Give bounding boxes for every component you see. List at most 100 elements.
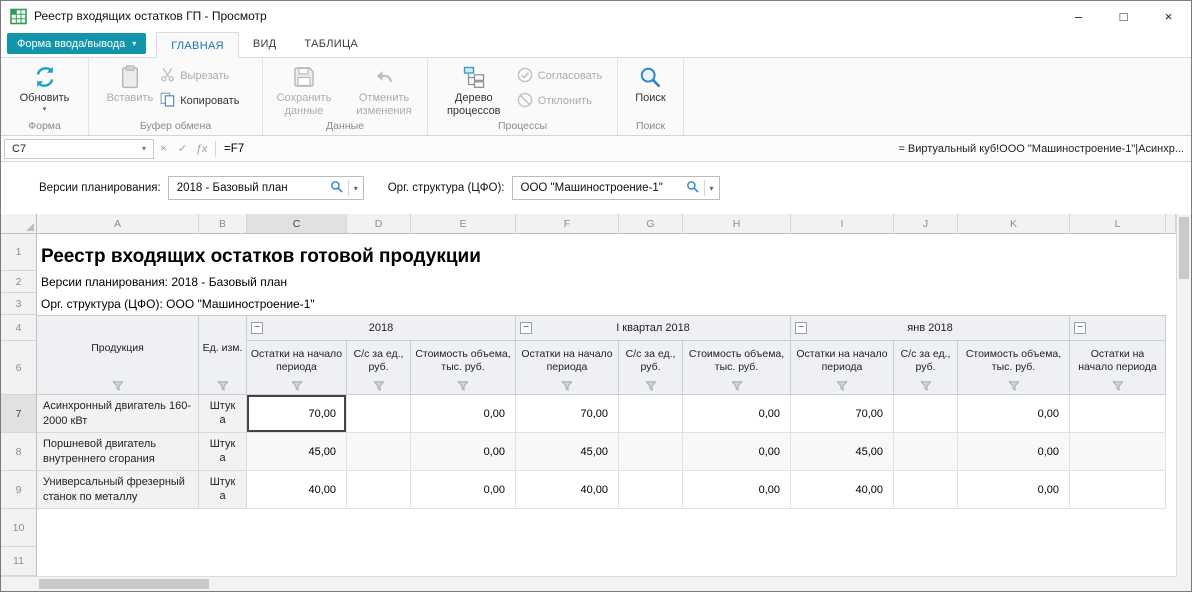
cell-G8[interactable] — [619, 433, 683, 471]
cell-H9[interactable]: 0,00 — [683, 471, 791, 509]
cancel-button[interactable]: × — [154, 143, 173, 155]
col-head-D[interactable]: D — [347, 214, 411, 234]
copy-button[interactable]: Копировать — [155, 91, 244, 111]
col-head-J[interactable]: J — [894, 214, 958, 234]
col-header-G-unit-cost[interactable]: С/с за ед., руб. — [619, 341, 683, 395]
cell-K8[interactable]: 0,00 — [958, 433, 1070, 471]
cell-K9[interactable]: 0,00 — [958, 471, 1070, 509]
refresh-button[interactable]: Обновить ▾ — [20, 58, 70, 114]
filter-icon[interactable] — [112, 381, 123, 391]
horizontal-scrollbar-thumb[interactable] — [39, 579, 209, 589]
cell-name-box[interactable]: C7 ▾ — [4, 139, 154, 159]
cell-J7[interactable] — [894, 395, 958, 433]
cell-L9[interactable] — [1070, 471, 1166, 509]
col-header-J-unit-cost[interactable]: С/с за ед., руб. — [894, 341, 958, 395]
cell-D8[interactable] — [347, 433, 411, 471]
undo-changes-button[interactable]: Отменить изменения — [344, 58, 424, 117]
sheet-version-line[interactable]: Версии планирования: 2018 - Базовый план — [37, 271, 1176, 293]
decline-button[interactable]: Отклонить — [512, 91, 597, 111]
filter-icon[interactable] — [217, 381, 228, 391]
col-header-D-unit-cost[interactable]: С/с за ед., руб. — [347, 341, 411, 395]
cell-C7-selected[interactable]: 70,00 — [247, 395, 347, 433]
collapse-button[interactable]: − — [520, 322, 532, 334]
cell-F7[interactable]: 70,00 — [516, 395, 619, 433]
product-cell-row9[interactable]: Универсальный фрезерный станок по металл… — [37, 471, 199, 509]
product-cell-row8[interactable]: Поршневой двигатель внутреннего сгорания — [37, 433, 199, 471]
tab-view[interactable]: ВИД — [239, 31, 291, 57]
collapse-button[interactable]: − — [251, 322, 263, 334]
save-data-button[interactable]: Сохранить данные — [266, 58, 342, 117]
row-head-4[interactable]: 4 — [1, 315, 37, 341]
cell-H8[interactable]: 0,00 — [683, 433, 791, 471]
horizontal-scrollbar[interactable] — [1, 576, 1176, 591]
form-io-button[interactable]: Форма ввода/вывода ▾ — [7, 33, 146, 54]
col-header-I-opening[interactable]: Остатки на начало периода — [791, 341, 894, 395]
version-filter-combo[interactable]: 2018 - Базовый план ▾ — [168, 176, 364, 200]
select-all-corner[interactable] — [1, 214, 37, 234]
cell-E7[interactable]: 0,00 — [411, 395, 516, 433]
col-header-F-opening[interactable]: Остатки на начало периода — [516, 341, 619, 395]
search-button[interactable]: Поиск — [635, 58, 665, 105]
cell-D9[interactable] — [347, 471, 411, 509]
col-header-K-volume-cost[interactable]: Стоимость объема, тыс. руб. — [958, 341, 1070, 395]
col-header-H-volume-cost[interactable]: Стоимость объема, тыс. руб. — [683, 341, 791, 395]
cell-J8[interactable] — [894, 433, 958, 471]
enter-button[interactable]: ✓ — [173, 142, 192, 155]
cell-G7[interactable] — [619, 395, 683, 433]
cell-F9[interactable]: 40,00 — [516, 471, 619, 509]
col-head-G[interactable]: G — [619, 214, 683, 234]
unit-cell-row7[interactable]: Штука — [199, 395, 247, 433]
paste-button[interactable]: Вставить — [107, 58, 154, 105]
col-head-E[interactable]: E — [411, 214, 516, 234]
cell-L8[interactable] — [1070, 433, 1166, 471]
filter-icon[interactable] — [291, 381, 302, 391]
filter-icon[interactable] — [645, 381, 656, 391]
cut-button[interactable]: Вырезать — [155, 66, 234, 86]
col-head-F[interactable]: F — [516, 214, 619, 234]
row-head-8[interactable]: 8 — [1, 433, 37, 471]
col-header-C-opening[interactable]: Остатки на начало периода — [247, 341, 347, 395]
collapse-button[interactable]: − — [1074, 322, 1086, 334]
col-header-product[interactable]: Продукция — [37, 315, 199, 395]
row-head-6[interactable]: 6 — [1, 341, 37, 395]
filter-icon[interactable] — [1008, 381, 1019, 391]
col-head-L[interactable]: L — [1070, 214, 1166, 234]
cell-L7[interactable] — [1070, 395, 1166, 433]
formula-input[interactable]: =F7 — [220, 143, 898, 155]
vertical-scrollbar-thumb[interactable] — [1179, 217, 1189, 279]
filter-icon[interactable] — [920, 381, 931, 391]
row-head-11[interactable]: 11 — [1, 547, 37, 576]
cell-K7[interactable]: 0,00 — [958, 395, 1070, 433]
cell-I9[interactable]: 40,00 — [791, 471, 894, 509]
cell-C8[interactable]: 45,00 — [247, 433, 347, 471]
insert-function-button[interactable]: ƒx — [192, 143, 211, 155]
filter-icon[interactable] — [562, 381, 573, 391]
chevron-down-icon[interactable]: ▾ — [710, 184, 714, 193]
vertical-scrollbar[interactable] — [1176, 214, 1191, 576]
chevron-down-icon[interactable]: ▾ — [354, 184, 358, 193]
unit-cell-row9[interactable]: Штука — [199, 471, 247, 509]
col-head-I[interactable]: I — [791, 214, 894, 234]
cell-I8[interactable]: 45,00 — [791, 433, 894, 471]
row-head-2[interactable]: 2 — [1, 271, 37, 293]
search-icon[interactable] — [330, 180, 343, 196]
cell-H7[interactable]: 0,00 — [683, 395, 791, 433]
col-header-E-volume-cost[interactable]: Стоимость объема, тыс. руб. — [411, 341, 516, 395]
filter-icon[interactable] — [1112, 381, 1123, 391]
row-head-9[interactable]: 9 — [1, 471, 37, 509]
col-head-B[interactable]: B — [199, 214, 247, 234]
tab-main[interactable]: ГЛАВНАЯ — [156, 32, 239, 58]
cell-D7[interactable] — [347, 395, 411, 433]
row-head-7[interactable]: 7 — [1, 395, 37, 433]
cell-J9[interactable] — [894, 471, 958, 509]
filter-icon[interactable] — [458, 381, 469, 391]
cell-E8[interactable]: 0,00 — [411, 433, 516, 471]
process-tree-button[interactable]: Дерево процессов — [438, 58, 510, 117]
filter-icon[interactable] — [373, 381, 384, 391]
filter-icon[interactable] — [837, 381, 848, 391]
minimize-button[interactable]: – — [1056, 1, 1101, 31]
cell-I7[interactable]: 70,00 — [791, 395, 894, 433]
col-head-K[interactable]: K — [958, 214, 1070, 234]
cell-C9[interactable]: 40,00 — [247, 471, 347, 509]
col-head-C[interactable]: C — [247, 214, 347, 234]
